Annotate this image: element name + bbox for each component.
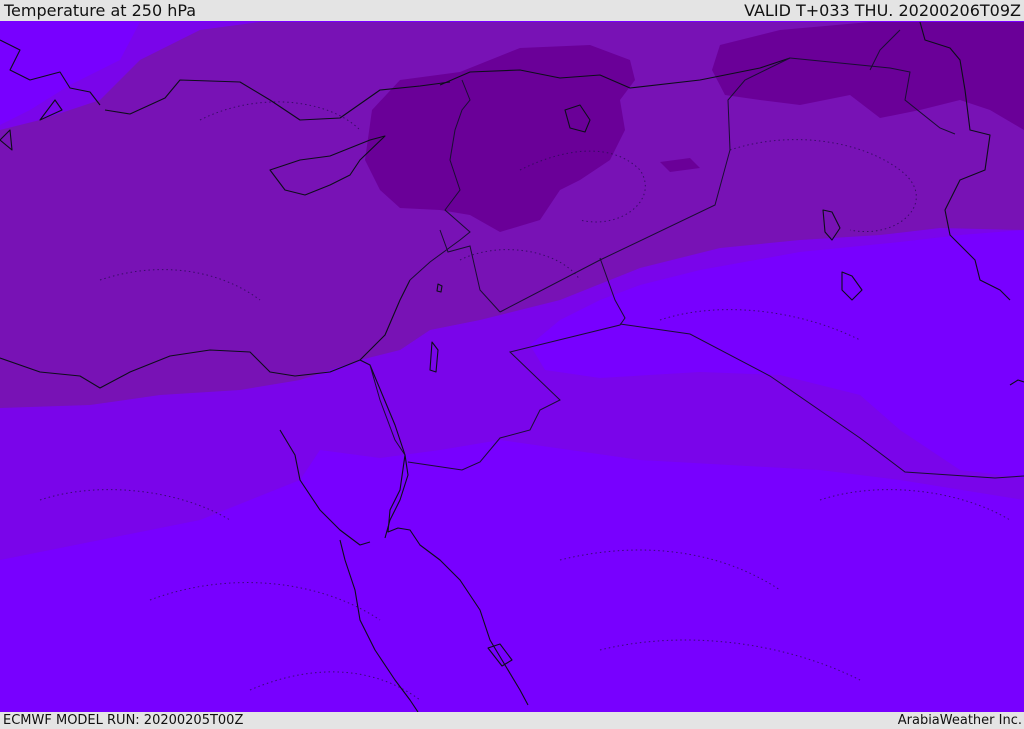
valid-time: VALID T+033 THU. 20200206T09Z [744, 1, 1021, 20]
map-canvas [0, 21, 1024, 712]
map-header: Temperature at 250 hPa VALID T+033 THU. … [0, 0, 1024, 21]
map-title: Temperature at 250 hPa [4, 1, 197, 20]
map-footer: ECMWF MODEL RUN: 20200205T00Z ArabiaWeat… [0, 712, 1024, 729]
credit: ArabiaWeather Inc. [897, 713, 1022, 728]
model-run: ECMWF MODEL RUN: 20200205T00Z [3, 713, 244, 728]
temperature-map [0, 21, 1024, 712]
